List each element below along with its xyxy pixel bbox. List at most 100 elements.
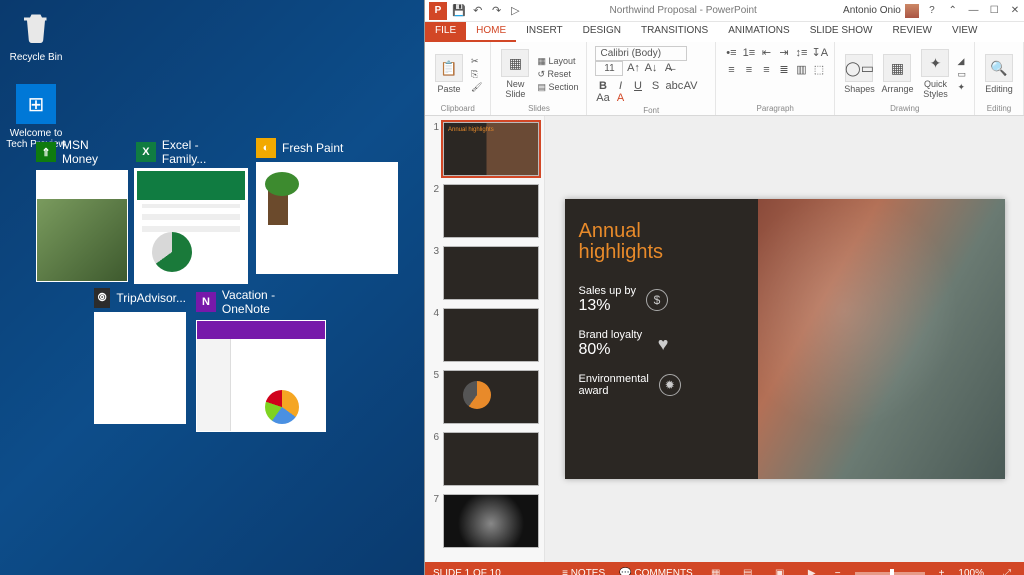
- slide-title[interactable]: Annualhighlights: [579, 221, 745, 263]
- columns-icon[interactable]: ▥: [794, 63, 809, 76]
- paste-button[interactable]: 📋Paste: [433, 54, 465, 94]
- text-direction-icon[interactable]: ↧A: [811, 46, 826, 59]
- metric-env[interactable]: Environmentalaward ✹: [579, 373, 745, 397]
- slide-photo[interactable]: [758, 199, 1004, 479]
- font-color-icon[interactable]: A: [613, 92, 628, 104]
- align-center-icon[interactable]: ≡: [741, 64, 756, 76]
- slide[interactable]: Annualhighlights Sales up by13% $ Brand …: [565, 199, 1005, 479]
- editing-button[interactable]: 🔍Editing: [983, 54, 1015, 94]
- font-size-select[interactable]: 11: [595, 61, 623, 76]
- desktop[interactable]: Recycle Bin ⊞ Welcome to Tech Preview ⇑M…: [0, 0, 424, 575]
- thumb-7[interactable]: 7: [429, 494, 540, 548]
- minimize-icon[interactable]: —: [964, 5, 982, 16]
- case-icon[interactable]: Aa: [595, 92, 610, 104]
- tab-transitions[interactable]: TRANSITIONS: [631, 22, 718, 42]
- shape-fill-icon[interactable]: ◢: [957, 56, 966, 67]
- font-family-select[interactable]: Calibri (Body): [595, 46, 687, 61]
- shape-outline-icon[interactable]: ▭: [957, 69, 966, 80]
- thumb-2[interactable]: 2: [429, 184, 540, 238]
- indent-inc-icon[interactable]: ⇥: [776, 46, 791, 59]
- layout-button[interactable]: ▦ Layout: [537, 56, 578, 67]
- task-label: Excel - Family...: [162, 138, 246, 166]
- qat-undo-icon[interactable]: ↶: [470, 4, 486, 17]
- cut-icon[interactable]: ✂: [471, 56, 482, 67]
- strike-icon[interactable]: S: [648, 80, 663, 92]
- task-excel[interactable]: XExcel - Family...: [136, 138, 246, 272]
- fit-to-window-icon[interactable]: ⤢: [998, 568, 1016, 575]
- align-right-icon[interactable]: ≡: [759, 64, 774, 76]
- clear-format-icon[interactable]: A̶: [661, 62, 676, 74]
- underline-icon[interactable]: U: [631, 80, 646, 92]
- section-button[interactable]: ▤ Section: [537, 82, 578, 93]
- line-spacing-icon[interactable]: ↕≡: [794, 47, 809, 59]
- arrange-button[interactable]: ▦Arrange: [881, 54, 913, 94]
- slide-thumbnails[interactable]: 1Annual highlights 2 3 4 5 6 7: [425, 116, 545, 562]
- metric-loyalty[interactable]: Brand loyalty80% ♥: [579, 329, 745, 359]
- indent-dec-icon[interactable]: ⇤: [759, 46, 774, 59]
- thumb-6[interactable]: 6: [429, 432, 540, 486]
- arrange-icon: ▦: [883, 54, 911, 82]
- tab-view[interactable]: VIEW: [942, 22, 988, 42]
- tab-slideshow[interactable]: SLIDE SHOW: [800, 22, 883, 42]
- comments-button[interactable]: 💬 COMMENTS: [619, 568, 693, 575]
- task-thumb: [94, 312, 186, 424]
- group-editing: 🔍Editing Editing: [975, 42, 1024, 115]
- format-painter-icon[interactable]: 🖌: [471, 82, 482, 93]
- thumb-5[interactable]: 5: [429, 370, 540, 424]
- tab-file[interactable]: FILE: [425, 22, 466, 42]
- zoom-in-button[interactable]: +: [939, 568, 945, 575]
- task-thumb: [256, 162, 398, 274]
- task-tripadvisor[interactable]: ⦾TripAdvisor...: [94, 288, 186, 422]
- reading-view-icon[interactable]: ▣: [771, 568, 789, 575]
- tab-review[interactable]: REVIEW: [882, 22, 941, 42]
- qat-redo-icon[interactable]: ↷: [489, 4, 505, 17]
- recycle-bin[interactable]: Recycle Bin: [6, 8, 66, 63]
- task-onenote[interactable]: NVacation - OneNote: [196, 288, 326, 422]
- help-icon[interactable]: ?: [923, 5, 941, 16]
- qat-start-slideshow-icon[interactable]: ▷: [507, 4, 523, 17]
- slideshow-view-icon[interactable]: ▶: [803, 568, 821, 575]
- slide-canvas-area[interactable]: Annualhighlights Sales up by13% $ Brand …: [545, 116, 1024, 562]
- numbering-icon[interactable]: 1≡: [741, 47, 756, 59]
- shadow-icon[interactable]: abc: [666, 80, 681, 92]
- sorter-view-icon[interactable]: ▤: [739, 568, 757, 575]
- metric-sales[interactable]: Sales up by13% $: [579, 285, 745, 315]
- thumb-1[interactable]: 1Annual highlights: [429, 122, 540, 176]
- close-icon[interactable]: ✕: [1006, 5, 1024, 16]
- tab-design[interactable]: DESIGN: [573, 22, 631, 42]
- bold-icon[interactable]: B: [595, 80, 610, 92]
- copy-icon[interactable]: ⎘: [471, 69, 482, 80]
- qat-save-icon[interactable]: 💾: [451, 4, 467, 17]
- normal-view-icon[interactable]: ▦: [707, 568, 725, 575]
- decrease-font-icon[interactable]: A↓: [644, 62, 659, 74]
- slide-counter[interactable]: SLIDE 1 OF 10: [433, 568, 501, 575]
- task-fresh-paint[interactable]: ◐Fresh Paint: [256, 138, 398, 272]
- group-label: Editing: [983, 102, 1015, 113]
- account-button[interactable]: Antonio Onio: [843, 4, 923, 18]
- smartart-icon[interactable]: ⬚: [811, 63, 826, 76]
- new-slide-button[interactable]: ▦New Slide: [499, 49, 531, 99]
- tab-insert[interactable]: INSERT: [516, 22, 573, 42]
- increase-font-icon[interactable]: A↑: [626, 62, 641, 74]
- zoom-slider[interactable]: [855, 572, 925, 575]
- bullets-icon[interactable]: •≡: [724, 47, 739, 59]
- align-left-icon[interactable]: ≡: [724, 64, 739, 76]
- shapes-button[interactable]: ◯▭Shapes: [843, 54, 875, 94]
- shape-effects-icon[interactable]: ✦: [957, 82, 966, 93]
- title-bar[interactable]: P 💾 ↶ ↷ ▷ Northwind Proposal - PowerPoin…: [425, 0, 1024, 22]
- thumb-3[interactable]: 3: [429, 246, 540, 300]
- char-spacing-icon[interactable]: AV: [683, 80, 698, 92]
- thumb-4[interactable]: 4: [429, 308, 540, 362]
- reset-button[interactable]: ↺ Reset: [537, 69, 578, 80]
- task-msn-money[interactable]: ⇑MSN Money: [36, 138, 128, 272]
- quick-styles-button[interactable]: ✦Quick Styles: [919, 49, 951, 99]
- ribbon-collapse-icon[interactable]: ⌃: [944, 5, 962, 16]
- zoom-out-button[interactable]: −: [835, 568, 841, 575]
- maximize-icon[interactable]: ☐: [985, 5, 1003, 16]
- italic-icon[interactable]: I: [613, 80, 628, 92]
- justify-icon[interactable]: ≣: [776, 63, 791, 76]
- notes-button[interactable]: ≡ NOTES: [562, 568, 605, 575]
- tab-home[interactable]: HOME: [466, 22, 516, 42]
- tab-animations[interactable]: ANIMATIONS: [718, 22, 799, 42]
- zoom-percent[interactable]: 100%: [958, 568, 984, 575]
